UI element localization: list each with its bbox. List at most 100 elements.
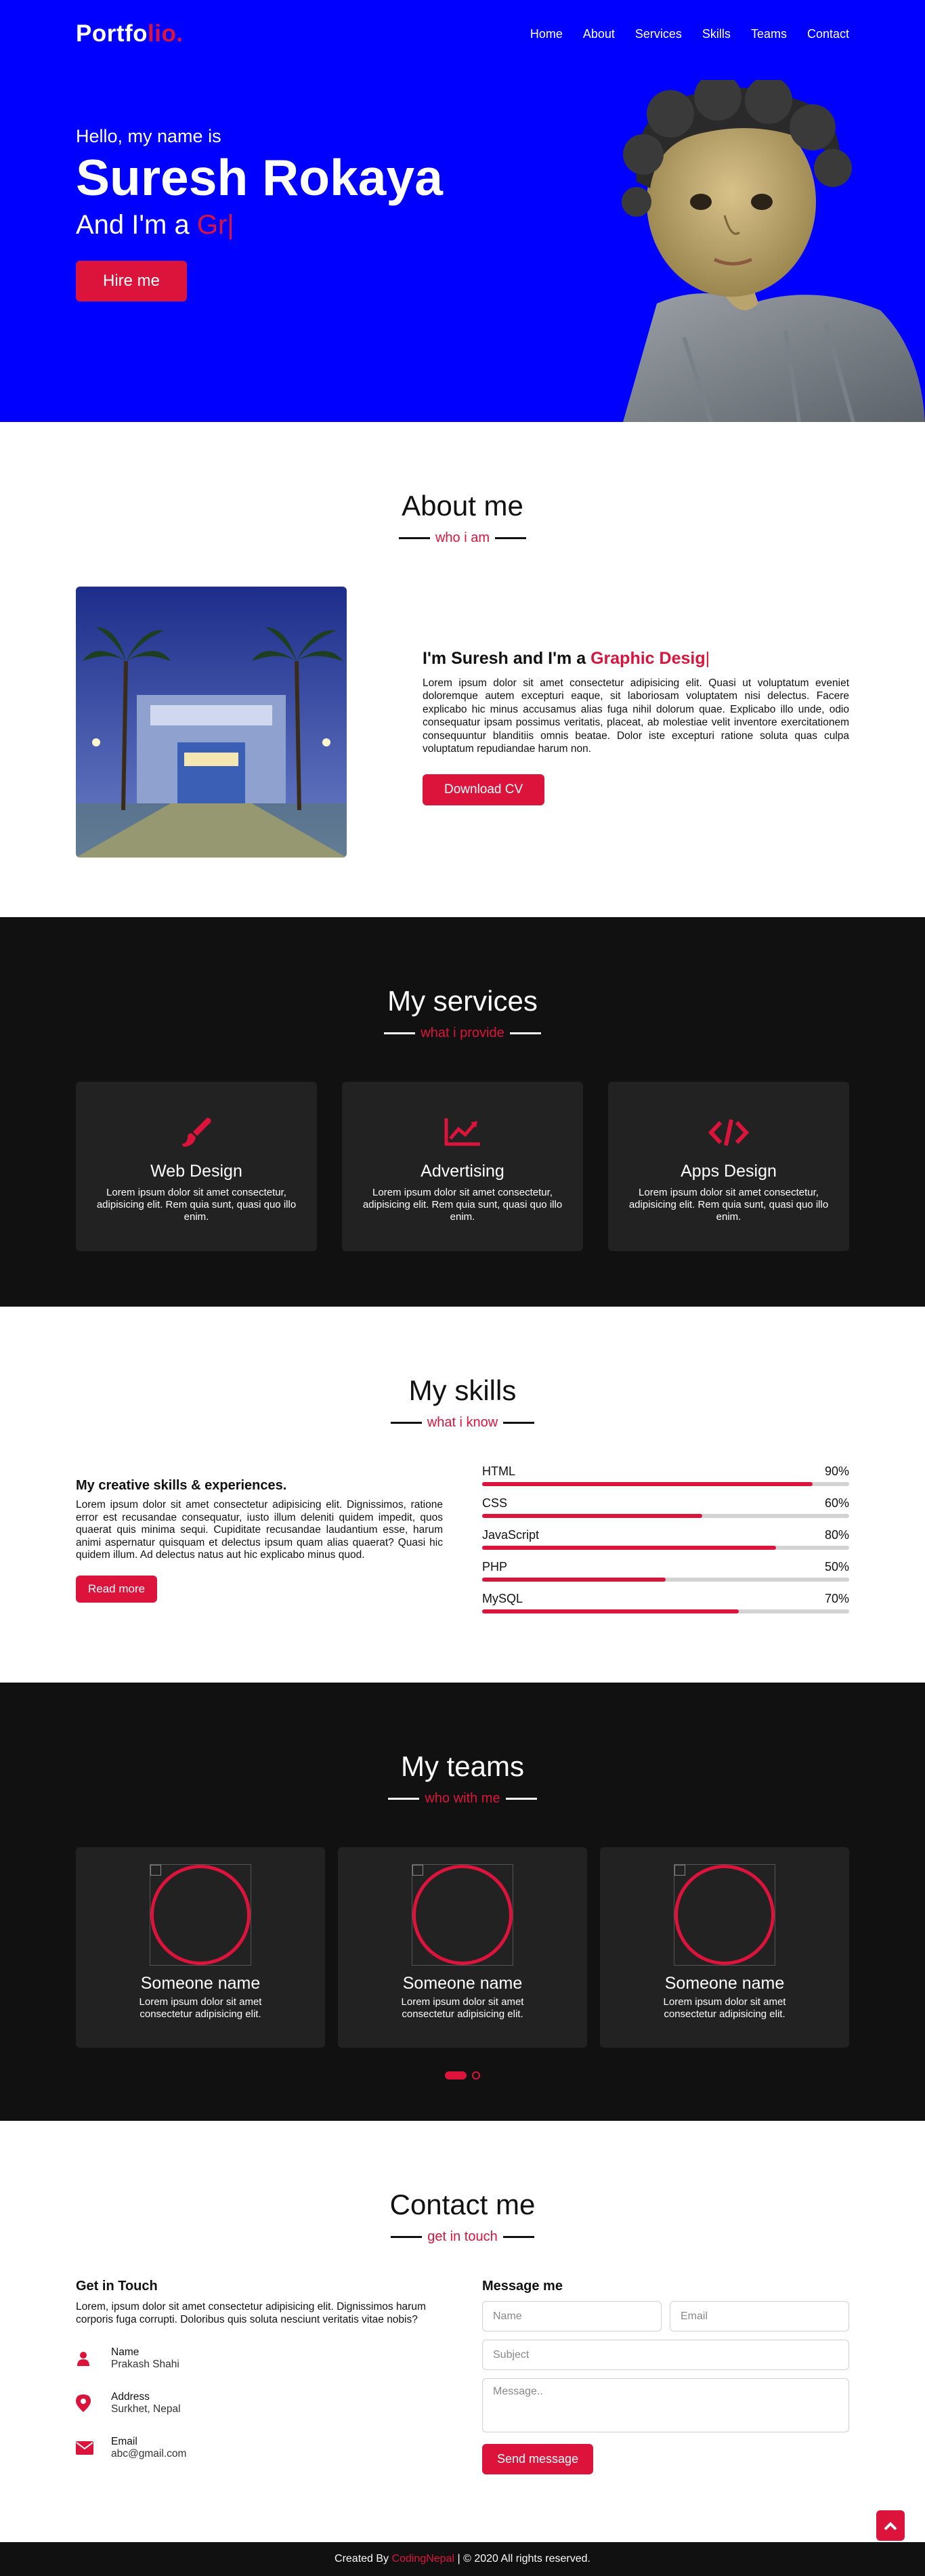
name-input[interactable]: [482, 2301, 662, 2331]
nav-item-home[interactable]: Home: [530, 27, 563, 41]
subtitle-line-right: [502, 2236, 534, 2238]
team-text: Lorem ipsum dolor sit amet consectetur a…: [139, 1996, 262, 2020]
hero-role-prefix: And I'm a: [76, 209, 190, 240]
team-card: Someone name Lorem ipsum dolor sit amet …: [76, 1847, 325, 2048]
skills-title: My skills: [408, 1374, 517, 1406]
subject-input[interactable]: [482, 2340, 849, 2370]
skill-bar-css: CSS 60%: [482, 1496, 849, 1518]
hire-me-button[interactable]: Hire me: [76, 260, 188, 301]
contact-section: Contact me get in touch Get in Touch Lor…: [0, 2121, 925, 2542]
chart-line-icon: [342, 1116, 583, 1149]
nav-item-teams[interactable]: Teams: [751, 27, 787, 41]
message-textarea[interactable]: [482, 2378, 849, 2432]
scroll-to-top-button[interactable]: [876, 2510, 905, 2541]
subtitle-line-left: [391, 2236, 423, 2238]
teams-subtitle: who with me: [76, 1791, 849, 1807]
hero-portrait-image: [622, 80, 925, 422]
service-card-advertising[interactable]: Advertising Lorem ipsum dolor sit amet c…: [342, 1082, 583, 1251]
skill-name: PHP: [482, 1560, 508, 1574]
footer-prefix: Created By: [335, 2553, 389, 2564]
contact-info-name: Name Prakash Shahi: [76, 2346, 443, 2371]
skill-name: JavaScript: [482, 1528, 540, 1542]
contact-subtitle-text: get in touch: [427, 2229, 498, 2244]
team-name: Someone name: [664, 1974, 785, 1993]
nav-item-services[interactable]: Services: [635, 27, 682, 41]
team-avatar: [412, 1864, 513, 1966]
skill-track: [482, 1609, 849, 1613]
about-text: Lorem ipsum dolor sit amet consectetur a…: [423, 677, 849, 755]
subtitle-line-right: [509, 1032, 541, 1034]
service-title: Web Design: [150, 1162, 242, 1181]
hero-role: And I'm a Gr|: [76, 210, 443, 240]
team-name: Someone name: [402, 1974, 523, 1993]
about-photo: [76, 587, 347, 858]
services-subtitle-text: what i provide: [421, 1026, 504, 1040]
team-card: Someone name Lorem ipsum dolor sit amet …: [600, 1847, 849, 2048]
navbar: Portfolio. Home About Services Skills Te…: [76, 0, 849, 68]
services-subtitle: what i provide: [76, 1026, 849, 1041]
broken-image-icon: [150, 1865, 161, 1876]
nav-item-about[interactable]: About: [583, 27, 615, 41]
send-message-button[interactable]: Send message: [482, 2444, 594, 2474]
skills-subtitle-text: what i know: [427, 1415, 498, 1430]
nav-item-contact[interactable]: Contact: [807, 27, 849, 41]
contact-info-email: Email abc@gmail.com: [76, 2436, 443, 2460]
team-carousel[interactable]: Someone name Lorem ipsum dolor sit amet …: [76, 1847, 849, 2048]
map-marker-icon: [76, 2394, 111, 2413]
info-value: Surkhet, Nepal: [111, 2403, 181, 2415]
carousel-dot-2[interactable]: [472, 2071, 480, 2079]
about-heading: I'm Suresh and I'm a Graphic Desig|: [423, 649, 849, 669]
about-subtitle-text: who i am: [435, 530, 490, 545]
footer-copyright: | © 2020 All rights reserved.: [457, 2553, 590, 2564]
service-card-web-design[interactable]: Web Design Lorem ipsum dolor sit amet co…: [76, 1082, 317, 1251]
contact-info-address: Address Surkhet, Nepal: [76, 2391, 443, 2415]
info-label: Email: [111, 2436, 137, 2448]
hero-role-typed: Gr: [196, 209, 228, 240]
team-card: Someone name Lorem ipsum dolor sit amet …: [338, 1847, 587, 2048]
download-cv-button[interactable]: Download CV: [423, 774, 545, 806]
teams-subtitle-text: who with me: [425, 1791, 500, 1806]
subtitle-line-right: [495, 537, 527, 539]
skill-fill: [482, 1546, 776, 1550]
skill-bar-php: PHP 50%: [482, 1560, 849, 1582]
footer-author-link[interactable]: CodingNepal: [392, 2553, 455, 2565]
service-text: Lorem ipsum dolor sit amet consectetur, …: [628, 1187, 829, 1223]
envelope-icon: [76, 2441, 111, 2455]
team-avatar: [674, 1864, 775, 1966]
paint-brush-icon: [76, 1116, 317, 1149]
service-title: Apps Design: [681, 1162, 777, 1181]
user-icon: [76, 2351, 111, 2367]
skill-fill: [482, 1578, 666, 1582]
skill-track: [482, 1514, 849, 1518]
logo-main: Portfo: [76, 20, 148, 47]
typing-cursor: |: [227, 209, 234, 240]
logo-accent: lio.: [148, 20, 184, 47]
skill-fill: [482, 1609, 739, 1613]
services-section: My services what i provide Web Design Lo…: [0, 917, 925, 1307]
hero-greeting: Hello, my name is: [76, 126, 221, 146]
email-input[interactable]: [670, 2301, 849, 2331]
about-heading-prefix: I'm Suresh and I'm a: [423, 649, 586, 668]
message-me-heading: Message me: [482, 2279, 563, 2294]
subtitle-line-left: [390, 1422, 422, 1424]
team-text: Lorem ipsum dolor sit amet consectetur a…: [401, 1996, 524, 2020]
skill-name: HTML: [482, 1464, 515, 1478]
teams-title: My teams: [400, 1750, 525, 1782]
skill-percent: 60%: [824, 1496, 849, 1510]
subtitle-line-left: [398, 537, 430, 539]
nav-item-skills[interactable]: Skills: [702, 27, 731, 41]
service-card-apps-design[interactable]: Apps Design Lorem ipsum dolor sit amet c…: [608, 1082, 849, 1251]
skill-fill: [482, 1482, 813, 1486]
skills-section: My skills what i know My creative skills…: [0, 1307, 925, 1683]
carousel-dot-1[interactable]: [445, 2071, 467, 2079]
info-value: abc@gmail.com: [111, 2448, 187, 2460]
skill-bar-javascript: JavaScript 80%: [482, 1528, 849, 1550]
hero-text: Hello, my name is Suresh Rokaya And I'm …: [76, 126, 443, 301]
nav-menu: Home About Services Skills Teams Contact: [510, 27, 849, 41]
service-text: Lorem ipsum dolor sit amet consectetur, …: [362, 1187, 563, 1223]
logo[interactable]: Portfolio.: [76, 20, 184, 47]
read-more-button[interactable]: Read more: [76, 1575, 158, 1603]
services-title: My services: [387, 985, 538, 1017]
contact-subtitle: get in touch: [76, 2229, 849, 2245]
subtitle-line-left: [388, 1798, 420, 1800]
